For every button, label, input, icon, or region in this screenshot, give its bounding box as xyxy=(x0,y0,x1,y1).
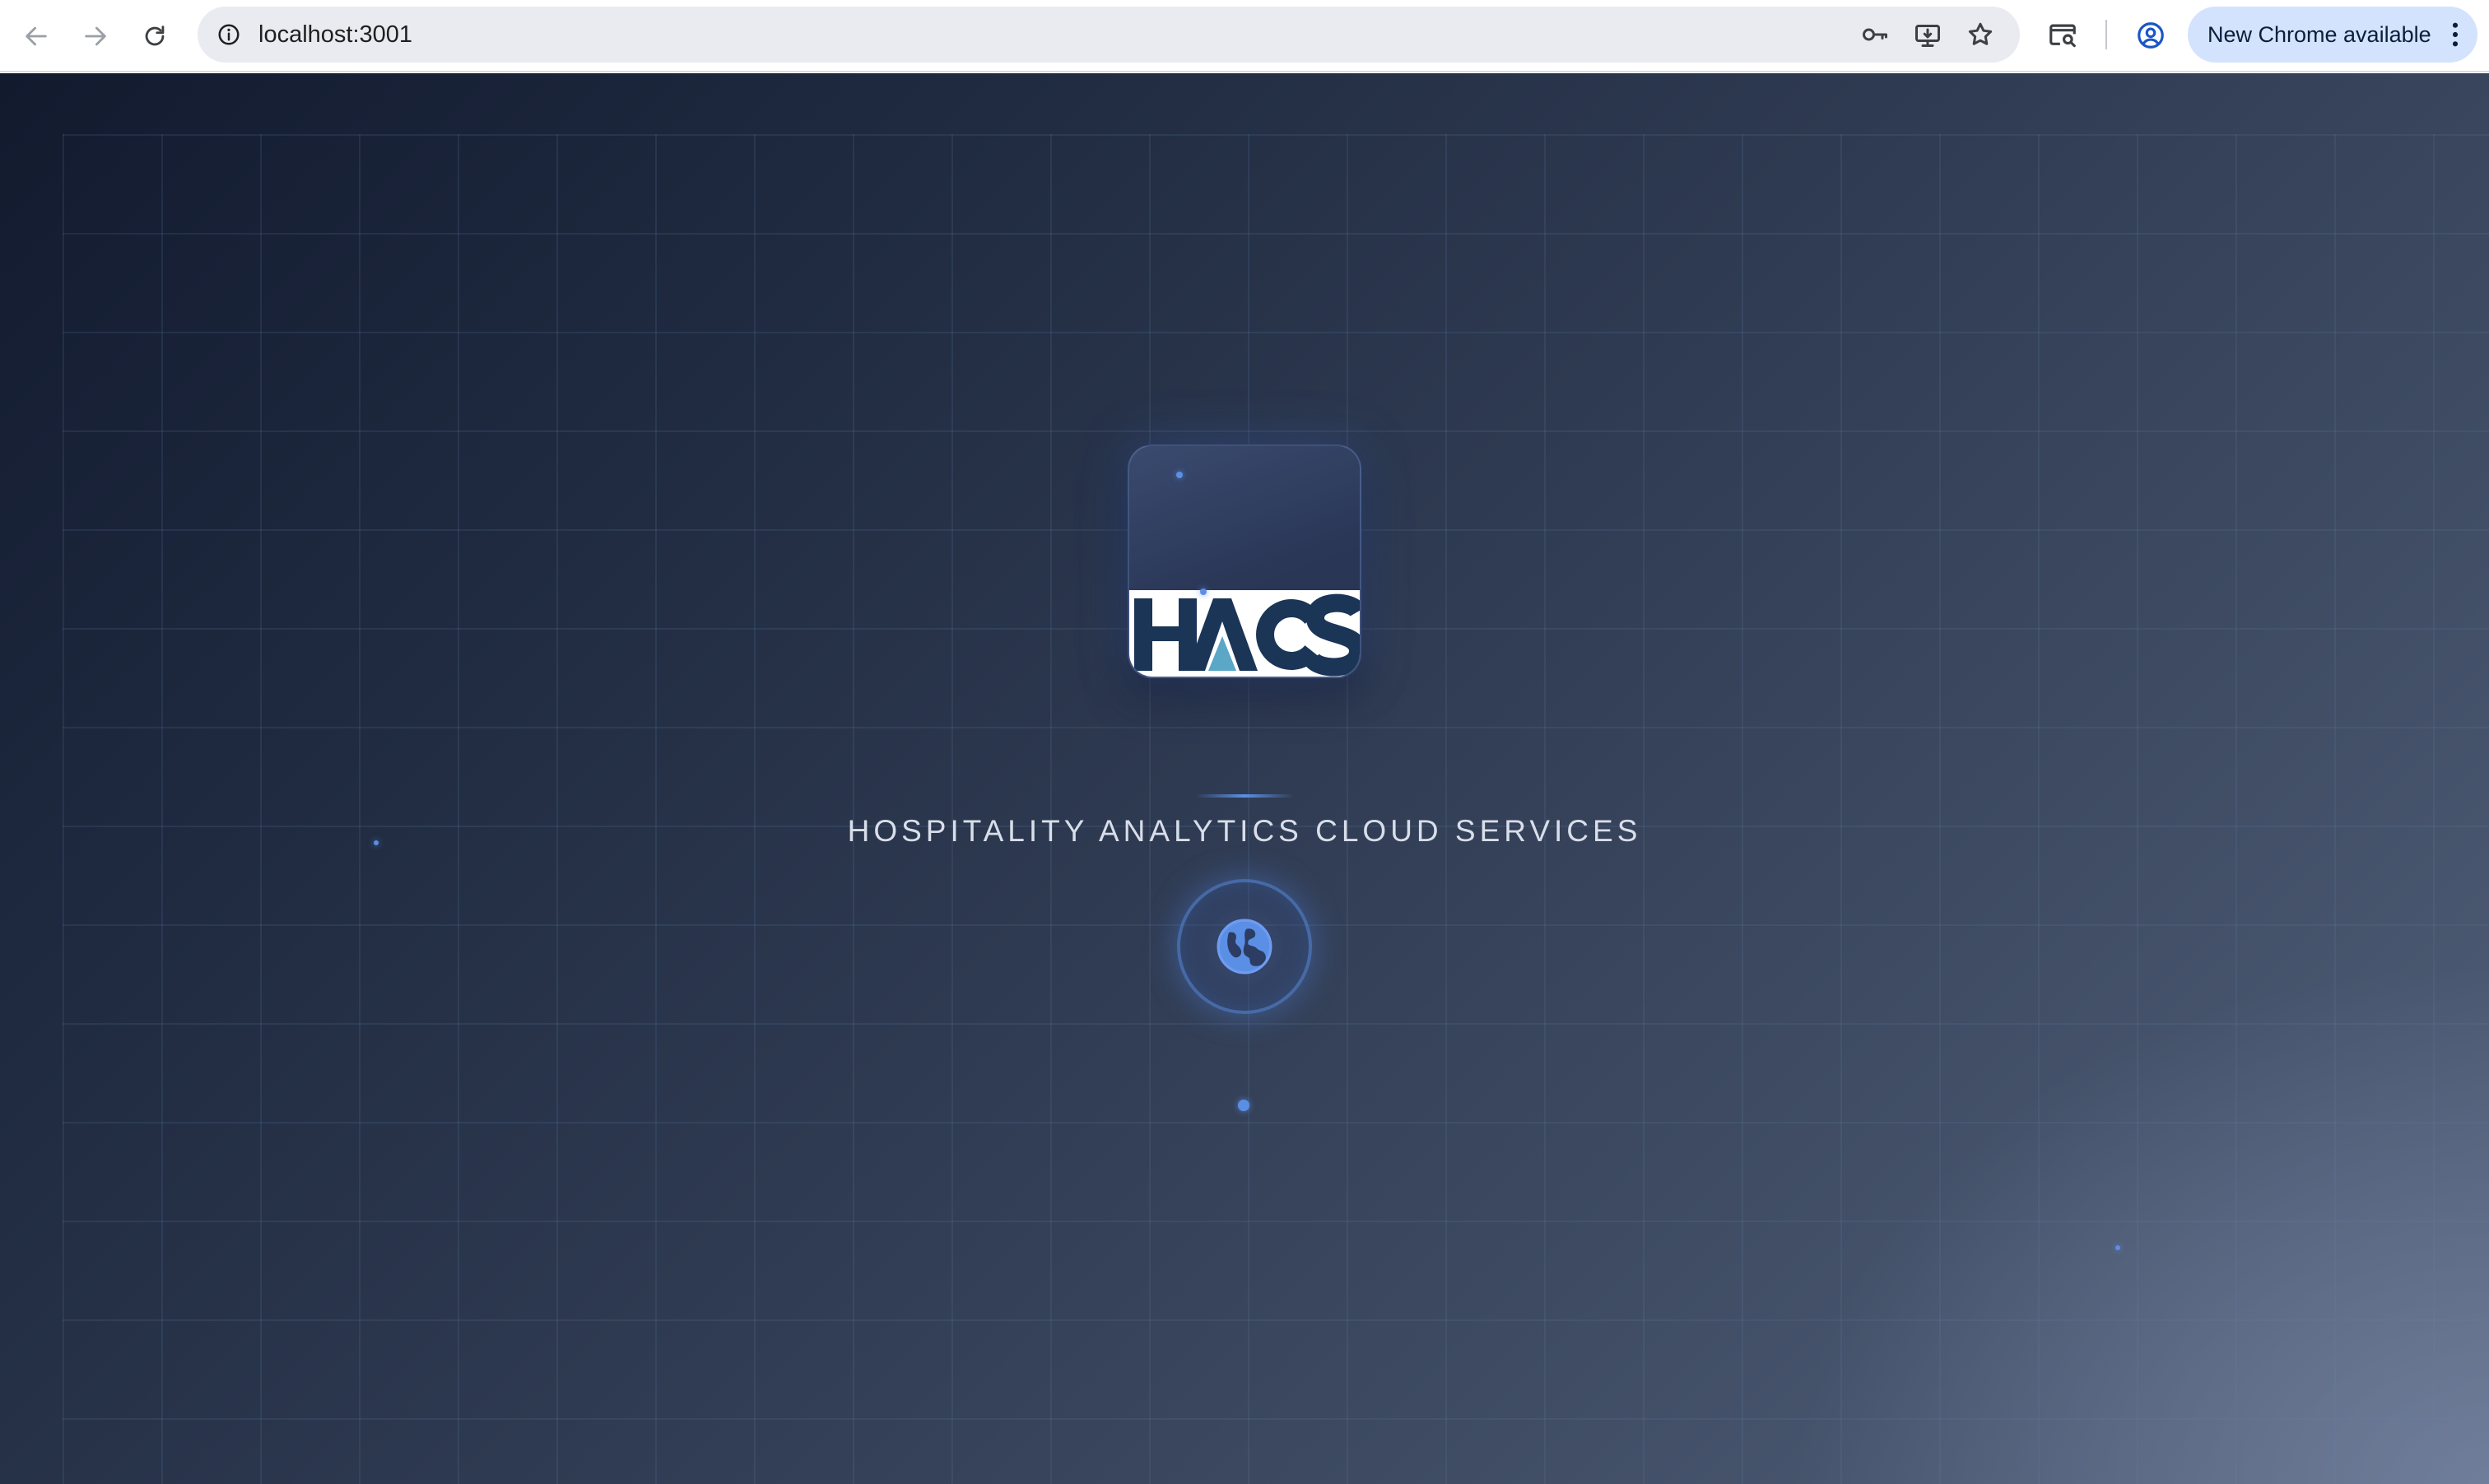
tagline: HOSPITALITY ANALYTICS CLOUD SERVICES xyxy=(847,814,1642,848)
particle-dot xyxy=(1200,588,1207,595)
address-bar[interactable]: localhost:3001 xyxy=(198,7,2020,63)
arrow-right-icon xyxy=(85,26,106,46)
logo-wordmark-graphic xyxy=(1134,593,1360,677)
star-icon xyxy=(1968,22,1993,45)
tagline-underline xyxy=(1195,794,1294,798)
particle-dot xyxy=(1238,1100,1249,1111)
info-icon xyxy=(218,24,240,45)
update-label: New Chrome available xyxy=(2208,22,2431,47)
browser-toolbar: localhost:3001 New Chrome available xyxy=(0,0,2489,72)
particle-dot xyxy=(2115,1245,2120,1250)
menu-button[interactable] xyxy=(2445,20,2466,49)
logo-card xyxy=(1128,444,1361,678)
bookmark-button[interactable] xyxy=(1964,18,1997,51)
particle-dot xyxy=(1176,472,1183,478)
install-app-icon xyxy=(1915,25,1940,47)
chrome-update-button[interactable]: New Chrome available xyxy=(2188,7,2477,63)
back-button[interactable] xyxy=(15,15,58,58)
hacs-logo xyxy=(1129,588,1360,677)
reload-button[interactable] xyxy=(133,15,176,58)
kebab-menu-icon xyxy=(2452,22,2459,47)
background-grid xyxy=(63,134,2489,1484)
reload-icon xyxy=(145,26,165,46)
page-viewport: HOSPITALITY ANALYTICS CLOUD SERVICES xyxy=(0,73,2489,1484)
key-icon xyxy=(1863,28,1887,41)
url-text[interactable]: localhost:3001 xyxy=(258,7,412,63)
site-info-button[interactable] xyxy=(212,18,245,51)
search-page-icon xyxy=(2049,24,2076,48)
toolbar-separator xyxy=(2105,20,2107,49)
install-app-button[interactable] xyxy=(1911,18,1944,51)
forward-button[interactable] xyxy=(74,15,117,58)
arrow-left-icon xyxy=(26,26,47,46)
profile-button[interactable] xyxy=(2132,16,2170,54)
profile-icon xyxy=(2138,22,2164,49)
search-page-button[interactable] xyxy=(2044,16,2082,54)
password-button[interactable] xyxy=(1859,18,1891,51)
globe-icon xyxy=(1217,919,1272,975)
loading-spinner xyxy=(1177,879,1312,1014)
